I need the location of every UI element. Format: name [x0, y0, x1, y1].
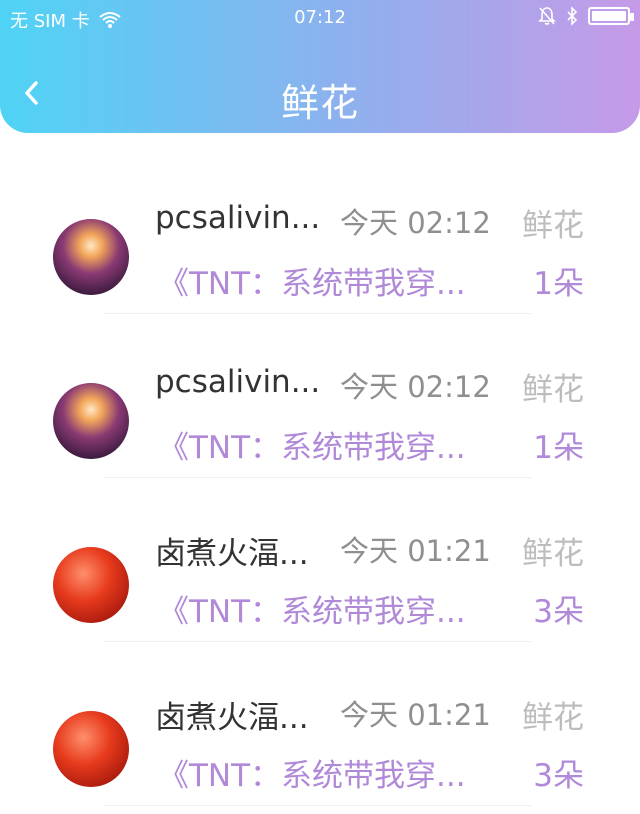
gift-count: 3朵: [533, 758, 584, 794]
book-title-link[interactable]: 《TNT：系统带我穿...: [158, 258, 490, 303]
status-bar-right: [538, 6, 634, 26]
gift-count: 3朵: [533, 594, 584, 630]
bluetooth-icon: [567, 6, 578, 26]
battery-icon: [588, 7, 634, 25]
avatar[interactable]: [53, 219, 129, 295]
sender-name: 卤煮火湢...: [155, 700, 309, 736]
gift-type: 鲜花: [522, 208, 584, 244]
book-title-link[interactable]: 《TNT：系统带我穿...: [158, 586, 490, 631]
sender-name: pcsalivin...: [155, 364, 321, 400]
gift-type: 鲜花: [522, 372, 584, 408]
gift-type: 鲜花: [522, 700, 584, 736]
list-item[interactable]: 卤煮火湢... 今天 01:21 鲜花 《TNT：系统带我穿... 3朵: [0, 642, 640, 806]
timestamp: 今天 02:12: [340, 370, 491, 404]
timestamp: 今天 01:21: [340, 534, 491, 568]
sender-name: 卤煮火湢...: [155, 536, 309, 572]
gift-count: 1朵: [533, 266, 584, 302]
page-title: 鲜花: [280, 81, 359, 125]
book-title-link[interactable]: 《TNT：系统带我穿...: [158, 750, 490, 795]
gift-count: 1朵: [533, 430, 584, 466]
battery-fill: [592, 11, 626, 21]
list-item[interactable]: pcsalivin... 今天 02:12 鲜花 《TNT：系统带我穿... 1…: [0, 314, 640, 478]
timestamp: 今天 02:12: [340, 206, 491, 240]
book-title-link[interactable]: 《TNT：系统带我穿...: [158, 422, 490, 467]
status-bar: 无 SIM 卡 07:12: [0, 0, 640, 36]
avatar[interactable]: [53, 711, 129, 787]
list-item[interactable]: pcsalivin... 今天 02:12 鲜花 《TNT：系统带我穿... 1…: [0, 150, 640, 314]
gift-type: 鲜花: [522, 536, 584, 572]
mute-bell-icon: [538, 7, 556, 25]
avatar[interactable]: [53, 547, 129, 623]
list-item[interactable]: 卤煮火湢... 今天 01:21 鲜花 《TNT：系统带我穿... 3朵: [0, 478, 640, 642]
timestamp: 今天 01:21: [340, 698, 491, 732]
sender-name: pcsalivin...: [155, 200, 321, 236]
avatar[interactable]: [53, 383, 129, 459]
flower-record-list: pcsalivin... 今天 02:12 鲜花 《TNT：系统带我穿... 1…: [0, 150, 640, 806]
divider: [104, 805, 532, 806]
